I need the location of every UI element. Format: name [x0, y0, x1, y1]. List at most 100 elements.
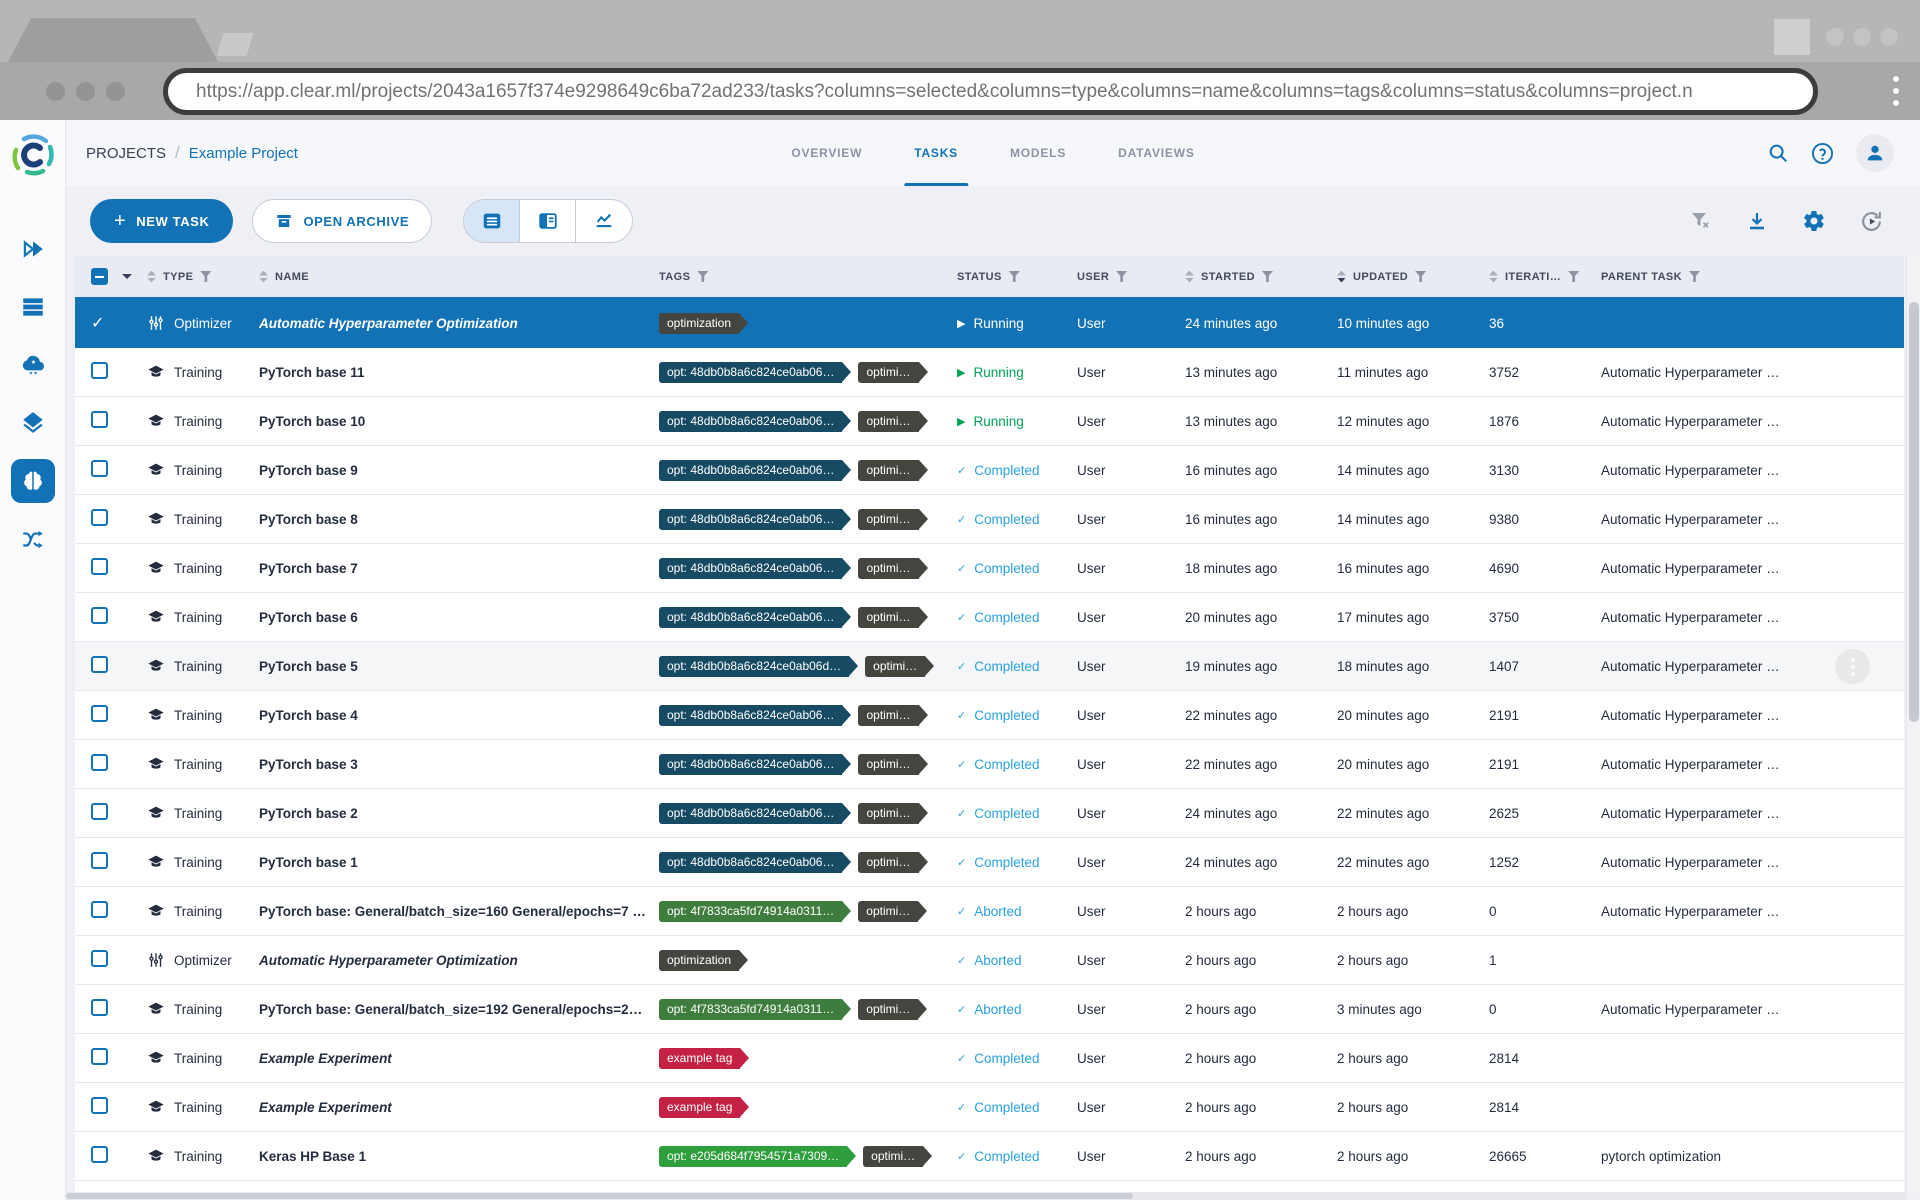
task-name[interactable]: PyTorch base 3: [259, 757, 659, 772]
task-tag[interactable]: opt: 4f7833ca5fd74914a0311…: [659, 900, 852, 922]
task-tag[interactable]: optimi…: [858, 508, 928, 530]
task-name[interactable]: PyTorch base 6: [259, 610, 659, 625]
task-tag[interactable]: opt: 48db0b8a6c824ce0ab06…: [659, 753, 852, 775]
row-checkbox[interactable]: [91, 754, 108, 771]
sort-icon[interactable]: [1337, 270, 1346, 283]
task-tag[interactable]: optimi…: [863, 1145, 933, 1167]
vertical-scrollbar[interactable]: [1906, 256, 1920, 1192]
search-icon[interactable]: [1767, 142, 1789, 164]
row-checkbox[interactable]: [91, 656, 108, 673]
breadcrumb-projects[interactable]: PROJECTS: [86, 145, 166, 162]
task-tag[interactable]: optimi…: [858, 753, 928, 775]
task-tag[interactable]: optimi…: [858, 557, 928, 579]
user-avatar[interactable]: [1856, 134, 1894, 172]
sidebar-item-projects[interactable]: [10, 459, 55, 503]
tab-models[interactable]: MODELS: [984, 120, 1092, 186]
table-row[interactable]: Training PyTorch base 11 opt: 48db0b8a6c82…: [75, 348, 1904, 397]
vertical-scrollbar-thumb[interactable]: [1909, 302, 1919, 722]
task-tag[interactable]: optimi…: [858, 704, 928, 726]
task-tag[interactable]: optimi…: [858, 851, 928, 873]
filter-icon[interactable]: [697, 271, 709, 282]
row-checkbox[interactable]: [91, 558, 108, 575]
task-tag[interactable]: opt: 48db0b8a6c824ce0ab06…: [659, 508, 852, 530]
table-row[interactable]: Training PyTorch base 7 opt: 48db0b8a6c824…: [75, 544, 1904, 593]
sidebar-item-pipelines[interactable]: [11, 517, 55, 561]
tab-dataviews[interactable]: DATAVIEWS: [1092, 120, 1221, 186]
table-row[interactable]: Training PyTorch base 10 opt: 48db0b8a6c82…: [75, 397, 1904, 446]
browser-menu-icon[interactable]: [1893, 76, 1899, 106]
horizontal-scrollbar-thumb[interactable]: [66, 1193, 1134, 1199]
chart-view-button[interactable]: [576, 200, 632, 242]
filter-icon[interactable]: [1008, 271, 1020, 282]
table-row[interactable]: Training PyTorch base 6 opt: 48db0b8a6c824…: [75, 593, 1904, 642]
table-row[interactable]: Training PyTorch base 4 opt: 48db0b8a6c824…: [75, 691, 1904, 740]
task-tag[interactable]: optimi…: [858, 361, 928, 383]
horizontal-scrollbar[interactable]: [66, 1192, 1906, 1200]
select-all-checkbox[interactable]: [91, 268, 108, 285]
sort-icon[interactable]: [1185, 270, 1194, 283]
task-name[interactable]: PyTorch base 10: [259, 414, 659, 429]
row-checkbox[interactable]: [91, 999, 108, 1016]
address-bar[interactable]: https://app.clear.ml/projects/2043a1657f…: [163, 68, 1818, 115]
sort-icon[interactable]: [147, 270, 156, 283]
task-tag[interactable]: optimization: [659, 312, 749, 334]
tab-tasks[interactable]: TASKS: [888, 120, 984, 186]
task-tag[interactable]: opt: 48db0b8a6c824ce0ab06…: [659, 802, 852, 824]
window-control-dots[interactable]: [1826, 28, 1898, 46]
task-tag[interactable]: opt: 48db0b8a6c824ce0ab06…: [659, 557, 852, 579]
filter-icon[interactable]: [1568, 271, 1580, 282]
row-checkbox[interactable]: [91, 362, 108, 379]
task-tag[interactable]: optimi…: [865, 655, 935, 677]
task-name[interactable]: PyTorch base 7: [259, 561, 659, 576]
row-checkbox[interactable]: [91, 1146, 108, 1163]
row-checkbox[interactable]: [91, 901, 108, 918]
row-checkbox[interactable]: [91, 950, 108, 967]
row-checkbox[interactable]: [91, 607, 108, 624]
row-checkbox[interactable]: [91, 852, 108, 869]
selected-check-icon[interactable]: ✓: [91, 315, 104, 332]
row-checkbox[interactable]: [91, 411, 108, 428]
help-icon[interactable]: [1811, 142, 1834, 165]
filter-icon[interactable]: [1116, 271, 1128, 282]
task-tag[interactable]: opt: 4f7833ca5fd74914a0311…: [659, 998, 852, 1020]
task-tag[interactable]: optimi…: [858, 998, 928, 1020]
table-row[interactable]: Training PyTorch base: General/batch_size…: [75, 985, 1904, 1034]
task-tag[interactable]: opt: 48db0b8a6c824ce0ab06…: [659, 459, 852, 481]
clearml-logo[interactable]: [10, 132, 56, 183]
tab-overview[interactable]: OVERVIEW: [765, 120, 888, 186]
task-name[interactable]: Example Experiment: [259, 1100, 659, 1115]
task-tag[interactable]: opt: 48db0b8a6c824ce0ab06…: [659, 410, 852, 432]
task-name[interactable]: Automatic Hyperparameter Optimization: [259, 953, 659, 968]
sidebar-item-applications[interactable]: [11, 343, 55, 387]
breadcrumb-current-project[interactable]: Example Project: [189, 145, 298, 162]
row-checkbox[interactable]: [91, 1097, 108, 1114]
table-row[interactable]: Training Example Experiment example tag ✓ Co…: [75, 1034, 1904, 1083]
task-name[interactable]: PyTorch base: General/batch_size=160 Gen…: [259, 904, 659, 919]
table-row[interactable]: Training PyTorch base 8 opt: 48db0b8a6c824…: [75, 495, 1904, 544]
table-row[interactable]: Training PyTorch base 5 opt: 48db0b8a6c824…: [75, 642, 1904, 691]
split-view-button[interactable]: [520, 200, 577, 242]
sort-icon[interactable]: [1489, 270, 1498, 283]
window-control-square[interactable]: [1774, 19, 1810, 55]
sidebar-item-datasets[interactable]: [11, 401, 55, 445]
sidebar-item-getting-started[interactable]: [11, 227, 55, 271]
task-tag[interactable]: opt: 48db0b8a6c824ce0ab06…: [659, 704, 852, 726]
table-view-button[interactable]: [464, 200, 521, 242]
filter-icon[interactable]: [1261, 271, 1273, 282]
task-name[interactable]: PyTorch base 8: [259, 512, 659, 527]
task-name[interactable]: PyTorch base 1: [259, 855, 659, 870]
settings-gear-icon[interactable]: [1802, 209, 1826, 233]
task-tag[interactable]: opt: e205d684f7954571a7309…: [659, 1145, 857, 1167]
table-row[interactable]: Training Keras HP Base 1 opt: e205d684f795…: [75, 1132, 1904, 1181]
task-tag[interactable]: example tag: [659, 1047, 750, 1069]
task-tag[interactable]: optimi…: [858, 606, 928, 628]
table-row[interactable]: Optimizer Automatic Hyperparameter Optimi…: [75, 936, 1904, 985]
task-tag[interactable]: opt: 48db0b8a6c824ce0ab06…: [659, 606, 852, 628]
row-checkbox[interactable]: [91, 509, 108, 526]
open-archive-button[interactable]: OPEN ARCHIVE: [252, 199, 433, 243]
table-row[interactable]: Training Example Experiment example tag ✓ Co…: [75, 1083, 1904, 1132]
table-row[interactable]: Training PyTorch base: General/batch_size…: [75, 887, 1904, 936]
select-dropdown-caret-icon[interactable]: [122, 274, 132, 279]
table-row[interactable]: Training PyTorch base 1 opt: 48db0b8a6c824…: [75, 838, 1904, 887]
sidebar-item-workers-queues[interactable]: [11, 285, 55, 329]
